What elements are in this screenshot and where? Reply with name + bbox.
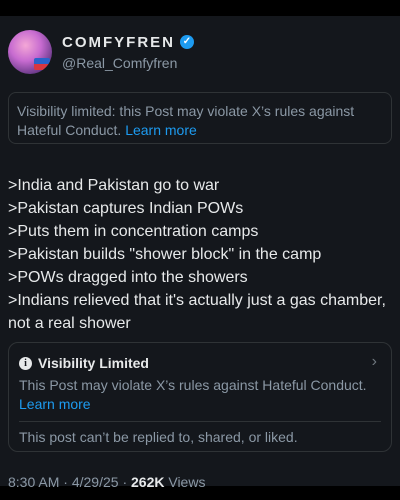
learn-more-link[interactable]: Learn more <box>125 122 197 138</box>
post-line: >Pakistan builds "shower block" in the c… <box>8 246 322 263</box>
display-name[interactable]: COMFYFREN <box>62 34 175 51</box>
author-names: COMFYFREN ✓ @Real_Comfyfren <box>62 34 194 71</box>
handle[interactable]: @Real_Comfyfren <box>62 55 194 71</box>
meta-separator: · <box>122 474 128 490</box>
info-icon: i <box>19 356 32 370</box>
post-line: >Puts them in concentration camps <box>8 223 259 240</box>
post-card: COMFYFREN ✓ @Real_Comfyfren Visibility l… <box>0 16 400 490</box>
chevron-right-icon[interactable]: › <box>372 353 377 371</box>
views-label: Views <box>168 474 206 490</box>
visibility-limited-text: This Post may violate X’s rules against … <box>19 377 367 393</box>
verified-badge-icon: ✓ <box>180 35 194 49</box>
meta-separator: · <box>63 474 68 490</box>
post-line: >POWs dragged into the showers <box>8 269 248 286</box>
post-line: >Pakistan captures Indian POWs <box>8 200 244 217</box>
post-line: >India and Pakistan go to war <box>8 177 220 194</box>
visibility-limited-title: Visibility Limited <box>38 355 149 371</box>
avatar[interactable] <box>8 30 52 74</box>
post-header: COMFYFREN ✓ @Real_Comfyfren <box>8 30 194 74</box>
reply-restriction-text: This post can’t be replied to, shared, o… <box>19 429 298 445</box>
visibility-notice: Visibility limited: this Post may violat… <box>8 92 392 144</box>
visibility-limited-box[interactable]: i Visibility Limited › This Post may vio… <box>8 342 392 452</box>
visibility-limited-body: This Post may violate X’s rules against … <box>19 376 369 414</box>
name-row: COMFYFREN ✓ <box>62 34 194 51</box>
post-date[interactable]: 4/29/25 <box>72 474 119 490</box>
divider <box>19 421 381 422</box>
post-time[interactable]: 8:30 AM <box>8 474 59 490</box>
flag-icon <box>34 58 50 70</box>
learn-more-link-2[interactable]: Learn more <box>19 396 91 412</box>
post-line: >Indians relieved that it's actually jus… <box>8 292 391 332</box>
visibility-limited-header: i Visibility Limited <box>19 355 149 371</box>
views-count: 262K <box>131 474 165 490</box>
post-text: >India and Pakistan go to war >Pakistan … <box>8 174 396 335</box>
post-meta: 8:30 AM · 4/29/25 · 262K Views <box>8 474 205 490</box>
